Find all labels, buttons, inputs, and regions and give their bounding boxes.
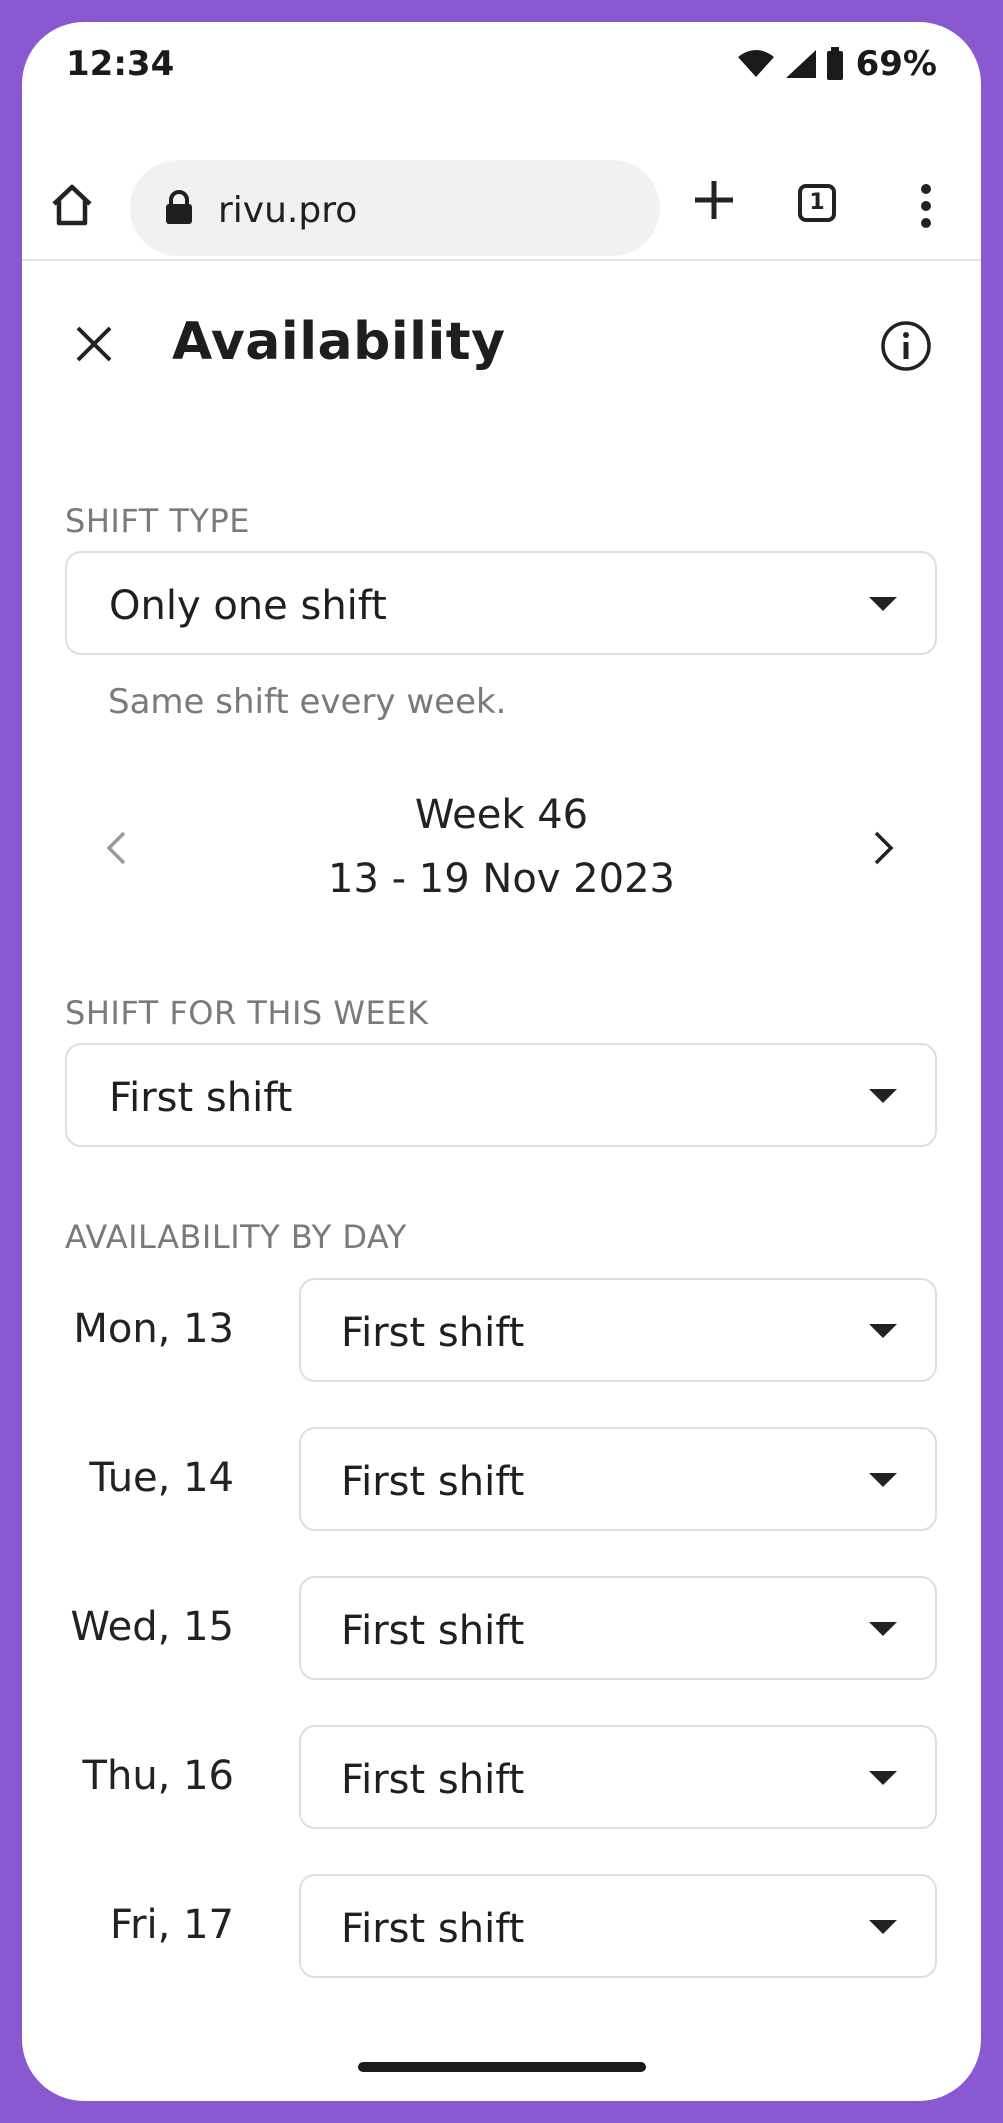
day-label: Thu, 16 xyxy=(82,1753,234,1799)
day-shift-value: First shift xyxy=(341,1310,525,1356)
dropdown-arrow-icon xyxy=(869,1920,897,1934)
battery-icon xyxy=(826,47,843,80)
day-label: Tue, 14 xyxy=(89,1455,234,1501)
dropdown-arrow-icon xyxy=(869,597,897,611)
tab-switcher-button[interactable]: 1 xyxy=(798,184,836,222)
dropdown-arrow-icon xyxy=(869,1622,897,1636)
phone-screen: 12:34 69% rivu.pro 1 Availability SHIFT … xyxy=(22,22,981,2101)
shift-for-week-label: SHIFT FOR THIS WEEK xyxy=(65,994,429,1032)
day-label: Wed, 15 xyxy=(70,1604,234,1650)
shift-type-label: SHIFT TYPE xyxy=(65,502,250,540)
shift-type-select[interactable]: Only one shift xyxy=(65,551,937,655)
day-shift-value: First shift xyxy=(341,1906,525,1952)
status-bar: 12:34 69% xyxy=(22,22,981,112)
browser-toolbar: rivu.pro 1 xyxy=(22,132,981,260)
chevron-right-icon[interactable] xyxy=(872,830,896,866)
availability-by-day-label: AVAILABILITY BY DAY xyxy=(65,1218,407,1256)
day-shift-select-wed[interactable]: First shift xyxy=(299,1576,937,1680)
day-shift-value: First shift xyxy=(341,1757,525,1803)
week-title: Week 46 xyxy=(414,792,589,838)
lock-icon xyxy=(166,190,192,224)
more-menu-icon[interactable] xyxy=(920,184,932,228)
home-icon[interactable] xyxy=(48,182,96,228)
gesture-bar[interactable] xyxy=(358,2062,646,2072)
dropdown-arrow-icon xyxy=(869,1324,897,1338)
signal-icon xyxy=(785,50,816,78)
day-shift-select-thu[interactable]: First shift xyxy=(299,1725,937,1829)
status-icons: 69% xyxy=(736,44,937,84)
dropdown-arrow-icon xyxy=(869,1089,897,1103)
day-shift-select-fri[interactable]: First shift xyxy=(299,1874,937,1978)
close-icon[interactable] xyxy=(74,324,114,364)
shift-for-week-value: First shift xyxy=(109,1075,293,1121)
status-time: 12:34 xyxy=(66,44,175,84)
shift-type-value: Only one shift xyxy=(109,583,387,629)
day-label: Mon, 13 xyxy=(73,1306,234,1352)
page-title: Availability xyxy=(172,312,506,372)
day-shift-select-mon[interactable]: First shift xyxy=(299,1278,937,1382)
dropdown-arrow-icon xyxy=(869,1473,897,1487)
url-text: rivu.pro xyxy=(218,190,358,231)
battery-percent: 69% xyxy=(855,44,937,84)
address-bar[interactable]: rivu.pro xyxy=(130,160,660,256)
day-label: Fri, 17 xyxy=(110,1902,234,1948)
info-icon[interactable] xyxy=(880,320,932,372)
day-shift-value: First shift xyxy=(341,1608,525,1654)
shift-type-hint: Same shift every week. xyxy=(108,682,507,722)
week-range: 13 - 19 Nov 2023 xyxy=(328,856,675,902)
toolbar-divider xyxy=(22,259,981,261)
wifi-icon xyxy=(737,50,774,77)
dropdown-arrow-icon xyxy=(869,1771,897,1785)
day-shift-select-tue[interactable]: First shift xyxy=(299,1427,937,1531)
day-shift-value: First shift xyxy=(341,1459,525,1505)
new-tab-icon[interactable] xyxy=(692,178,736,222)
shift-for-week-select[interactable]: First shift xyxy=(65,1043,937,1147)
